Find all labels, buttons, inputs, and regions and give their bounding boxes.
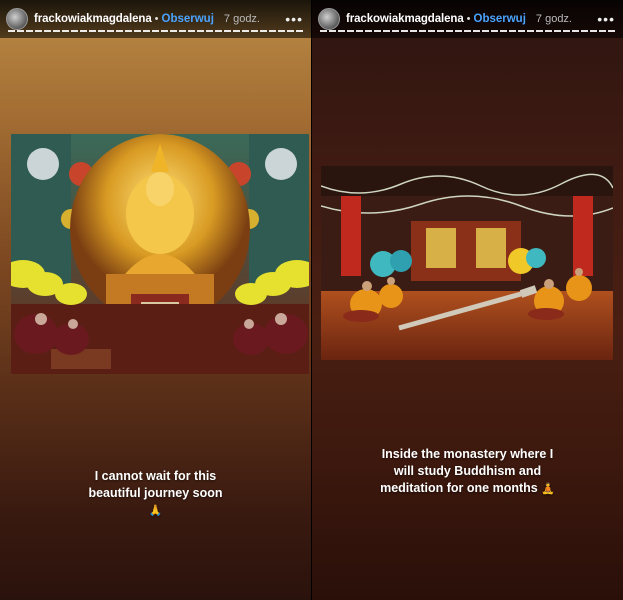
story-header: frackowiakmagdalena • Obserwuj 7 godz. •… — [0, 0, 311, 38]
more-horizontal-icon[interactable]: ••• — [285, 11, 303, 27]
story-photo-shrine — [11, 134, 309, 374]
story-progress-bar — [320, 30, 615, 32]
follow-button[interactable]: Obserwuj — [474, 13, 526, 25]
story-panel-left[interactable]: frackowiakmagdalena • Obserwuj 7 godz. •… — [0, 0, 311, 600]
story-caption: I cannot wait for this beautiful journey… — [0, 468, 311, 519]
story-progress-bar — [8, 30, 303, 32]
caption-line: Inside the monastery where I — [381, 447, 554, 461]
praying-hands-icon: 🙏 — [148, 504, 163, 517]
story-caption: Inside the monastery where I will study … — [312, 446, 623, 497]
username-link[interactable]: frackowiakmagdalena — [346, 13, 464, 25]
timestamp: 7 godz. — [535, 13, 572, 25]
more-horizontal-icon[interactable]: ••• — [597, 11, 615, 27]
separator-dot: • — [154, 13, 159, 25]
caption-line: I cannot wait for this — [94, 469, 217, 483]
avatar[interactable] — [6, 8, 28, 30]
story-header: frackowiakmagdalena • Obserwuj 7 godz. •… — [312, 0, 623, 38]
separator-dot: • — [466, 13, 471, 25]
story-photo-monastery — [321, 166, 613, 360]
username-link[interactable]: frackowiakmagdalena — [34, 13, 152, 25]
avatar[interactable] — [318, 8, 340, 30]
timestamp: 7 godz. — [223, 13, 260, 25]
follow-button[interactable]: Obserwuj — [162, 13, 214, 25]
story-panel-right[interactable]: frackowiakmagdalena • Obserwuj 7 godz. •… — [312, 0, 623, 600]
caption-line: beautiful journey soon — [88, 485, 223, 500]
caption-line-with-emoji: meditation for one months 🧘 — [350, 480, 585, 497]
caption-line: meditation for one months — [380, 480, 538, 495]
meditation-icon: 🧘 — [541, 482, 555, 495]
caption-line: will study Buddhism and — [393, 463, 542, 478]
